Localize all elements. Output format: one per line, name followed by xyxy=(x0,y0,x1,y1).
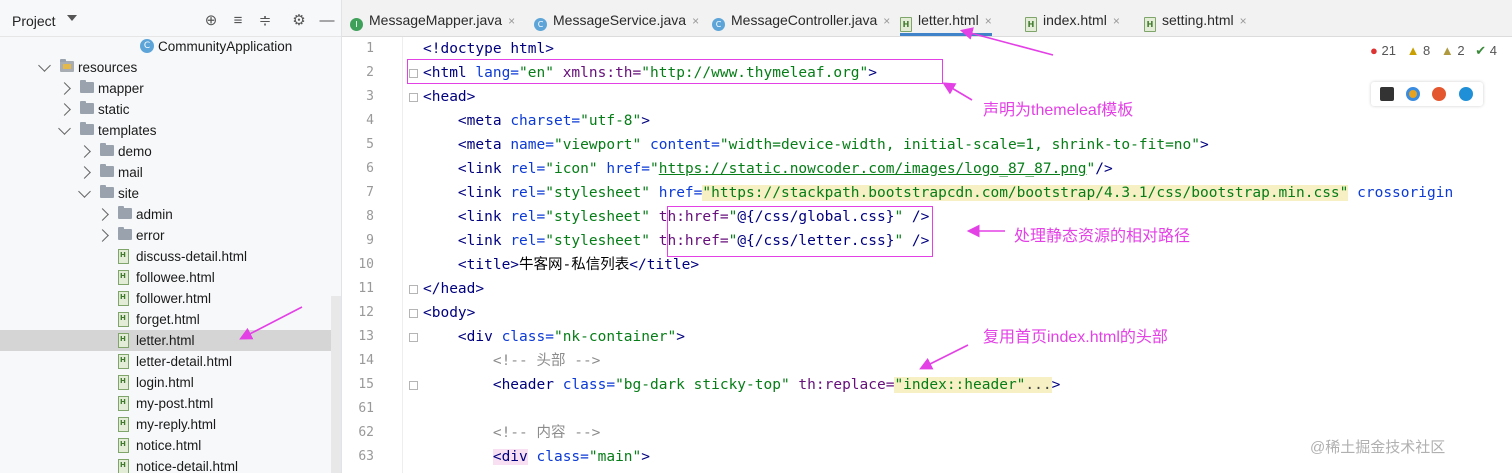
annotation-arrows xyxy=(239,27,1054,370)
arrow-to-active-tab xyxy=(959,27,1054,56)
arrow-to-letter-file xyxy=(239,306,303,340)
ide-window: Project ⊕ ≡ ≑ ⚙ — C CommunityApplication r… xyxy=(0,0,1512,473)
watermark: @稀土掘金技术社区 xyxy=(1310,439,1446,456)
arrow-to-html-tag xyxy=(942,82,973,101)
arrow-to-header xyxy=(919,344,969,370)
